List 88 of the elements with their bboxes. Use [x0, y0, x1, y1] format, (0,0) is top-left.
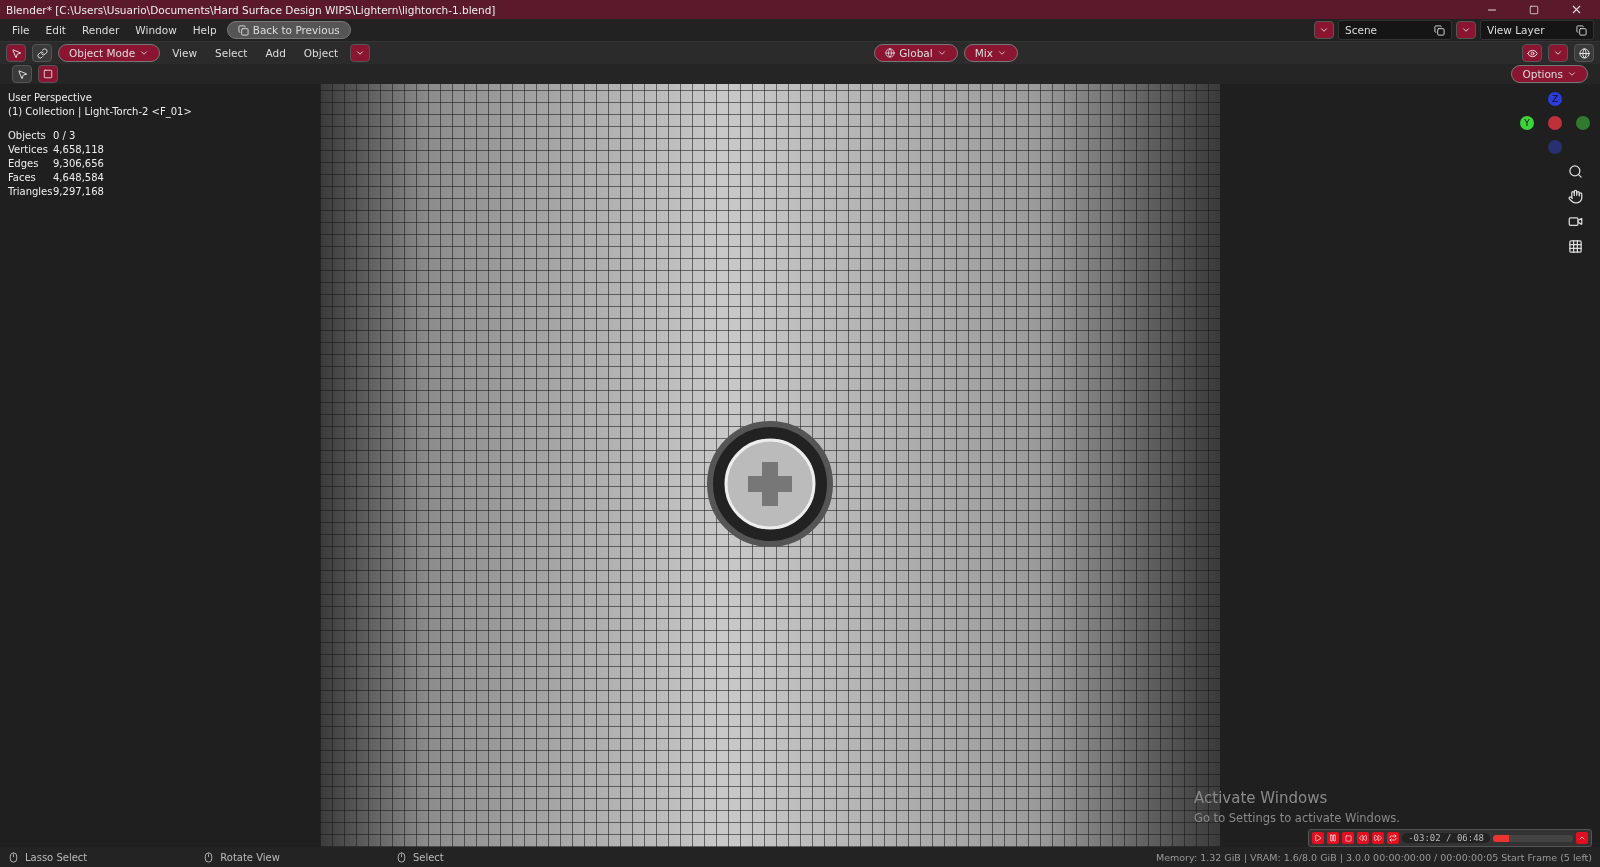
- stat-value: 9,306,656: [53, 158, 105, 169]
- time-display: -03:02 / 06:48: [1402, 833, 1490, 843]
- select-mode-toggle[interactable]: [38, 65, 58, 83]
- menu-item[interactable]: File: [6, 22, 36, 38]
- activation-title: Activate Windows: [1194, 789, 1329, 807]
- stop-button[interactable]: [1342, 832, 1355, 844]
- play-icon: [1314, 834, 1323, 842]
- camera-icon[interactable]: [1567, 214, 1583, 229]
- stat-label: Vertices: [8, 144, 49, 155]
- options-dropdown[interactable]: Options: [1511, 65, 1588, 83]
- stat-value: 0 / 3: [53, 130, 77, 141]
- negative-z-dot[interactable]: [1548, 140, 1562, 154]
- globe-icon: [1578, 47, 1590, 59]
- caret-icon: [1578, 834, 1586, 842]
- status-hint: Rotate View: [220, 851, 280, 863]
- collection-label: (1) Collection | Light-Torch-2 <F_01>: [8, 106, 192, 117]
- header-menu-item[interactable]: Object: [297, 45, 345, 61]
- mouse-icon: [395, 851, 407, 863]
- caret-icon: [996, 48, 1007, 58]
- copy-icon: [1434, 24, 1445, 36]
- hand-icon[interactable]: [1567, 189, 1583, 204]
- menu-item[interactable]: Help: [186, 22, 223, 38]
- square-icon: [43, 69, 53, 79]
- y-axis-handle[interactable]: Y: [1520, 116, 1534, 130]
- view-name: User Perspective: [8, 92, 93, 103]
- caret-icon: [1319, 25, 1329, 35]
- cursor-icon: [16, 68, 28, 80]
- play-button[interactable]: [1312, 832, 1325, 844]
- rewind-button[interactable]: [1357, 832, 1370, 844]
- scene-selector[interactable]: [1314, 21, 1334, 39]
- stat-value: 4,658,118: [53, 144, 105, 155]
- zoom-icon[interactable]: [1567, 164, 1583, 179]
- copy-icon: [1576, 24, 1587, 36]
- grid-icon[interactable]: [1567, 239, 1583, 254]
- status-hint: Select: [412, 851, 444, 863]
- eye-icon: [1526, 47, 1538, 59]
- view-layer-selector[interactable]: [1456, 21, 1476, 39]
- stat-label: Edges: [8, 158, 40, 169]
- pause-button[interactable]: [1327, 832, 1340, 844]
- rewind-icon: [1359, 834, 1368, 842]
- status-info: Memory: 1.32 GiB | VRAM: 1.6/8.0 GiB | 3.0.0 00:00:00:00 / 00:00:00:05 Start Frame (5 left): [1156, 851, 1592, 863]
- caret-icon: [355, 48, 366, 58]
- shading-toggle[interactable]: [1574, 44, 1594, 62]
- caret-icon: [139, 48, 150, 58]
- window-title: Blender* [C:\Users\Usuario\Documents\Hard Surface Design WIPS\Lightern\lightorch-1.blend]: [6, 3, 496, 16]
- x-axis-dot[interactable]: [1548, 116, 1562, 130]
- view-layer-field[interactable]: View Layer: [1480, 20, 1594, 40]
- mode-dropdown[interactable]: Object Mode: [58, 44, 161, 62]
- mouse-icon: [203, 851, 215, 863]
- link-toggle[interactable]: [32, 44, 52, 62]
- pivot-dropdown[interactable]: Mix: [963, 44, 1018, 62]
- menu-item[interactable]: Render: [75, 22, 126, 38]
- caret-icon: [1461, 25, 1471, 35]
- scene-field[interactable]: Scene: [1338, 20, 1452, 40]
- copy-icon: [237, 24, 249, 36]
- repeat-button[interactable]: [1387, 832, 1400, 844]
- back-to-previous-button[interactable]: Back to Previous: [226, 21, 351, 39]
- square-icon: [1529, 4, 1539, 15]
- pause-icon: [1329, 834, 1338, 842]
- visibility-dropdown[interactable]: [1522, 44, 1542, 62]
- menu-item[interactable]: Window: [129, 22, 183, 38]
- header-menu-item[interactable]: View: [166, 45, 204, 61]
- caret-icon: [936, 48, 947, 58]
- globe-icon: [885, 48, 896, 58]
- select-tool[interactable]: [12, 65, 32, 83]
- caret-icon: [1553, 48, 1563, 58]
- repeat-icon: [1389, 834, 1398, 842]
- transform-toggle[interactable]: [6, 44, 26, 62]
- stat-label: Objects: [8, 130, 47, 141]
- stat-label: Triangles: [8, 186, 53, 197]
- menu-item[interactable]: Edit: [39, 22, 72, 38]
- link-icon: [36, 47, 48, 59]
- status-hint: Lasso Select: [25, 851, 88, 863]
- mouse-icon: [8, 851, 19, 863]
- negative-y-dot[interactable]: [1576, 116, 1590, 130]
- forward-button[interactable]: [1372, 832, 1385, 844]
- header-menu-item[interactable]: Select: [209, 45, 254, 61]
- stat-label: Faces: [8, 172, 37, 183]
- eject-button[interactable]: [1576, 832, 1588, 844]
- stat-value: 9,297,168: [53, 186, 105, 197]
- cursor-icon: [10, 47, 22, 59]
- activation-message: Go to Settings to activate Windows.: [1194, 811, 1400, 825]
- stat-value: 4,648,584: [53, 172, 105, 183]
- caret-icon: [1567, 69, 1577, 79]
- fast-forward-icon: [1374, 834, 1383, 842]
- header-menu-item[interactable]: Add: [259, 45, 292, 61]
- seek-track[interactable]: [1493, 834, 1573, 842]
- orientation-dropdown[interactable]: Global: [874, 44, 958, 62]
